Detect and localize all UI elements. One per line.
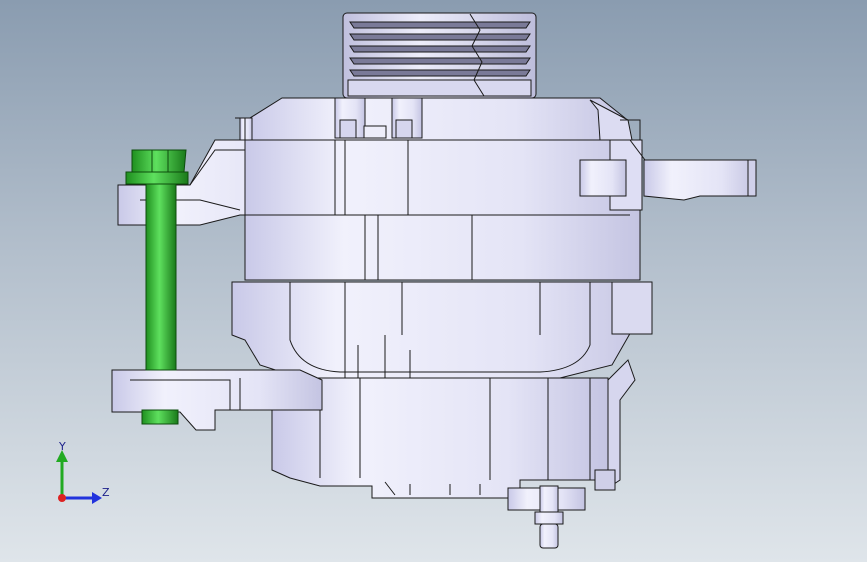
rectifier-cover[interactable]	[271, 359, 636, 499]
terminal-post[interactable]	[507, 485, 586, 549]
rear-housing[interactable]	[231, 281, 653, 384]
z-axis-label: Z	[102, 486, 110, 499]
triad-axes	[56, 450, 102, 504]
cad-graphics-viewport[interactable]: Y Z	[0, 0, 867, 562]
front-housing-top[interactable]	[239, 97, 633, 141]
pulley[interactable]	[342, 12, 537, 99]
alternator-model[interactable]	[0, 0, 867, 562]
terminal-bracket[interactable]	[579, 159, 757, 201]
orientation-triad[interactable]: Y Z	[40, 436, 120, 516]
y-axis-label: Y	[59, 440, 66, 453]
x-axis-dot	[58, 494, 66, 502]
